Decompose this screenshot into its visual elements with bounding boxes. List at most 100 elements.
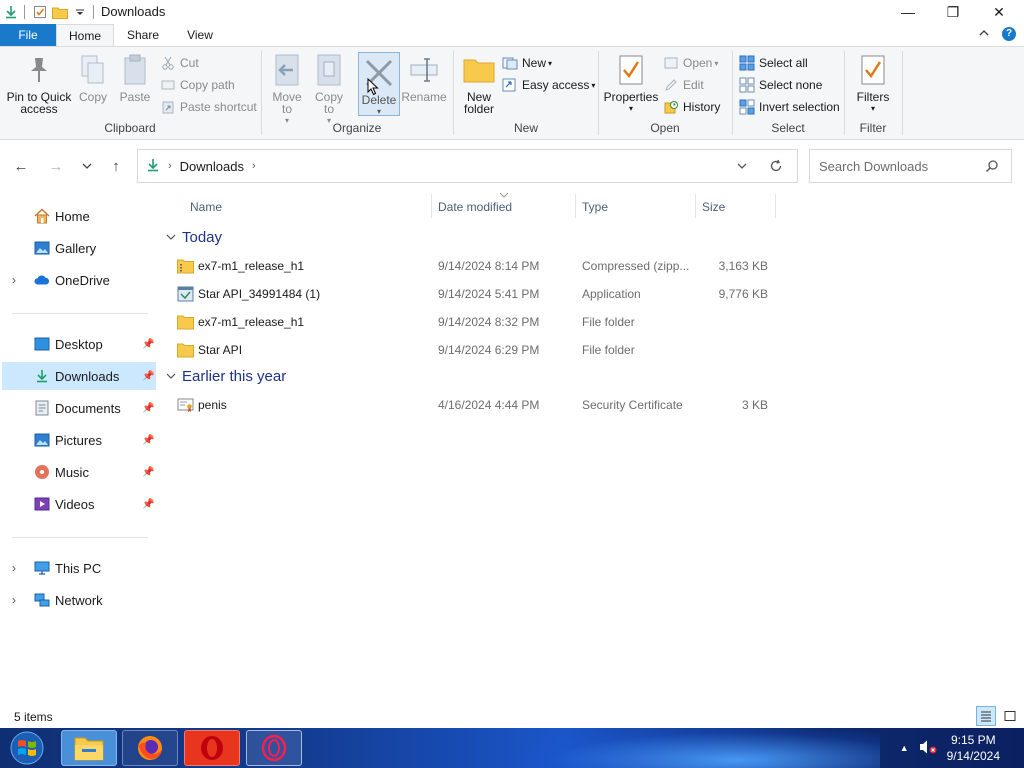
show-hidden-icons-chevron-icon[interactable]: ▲ (900, 743, 909, 753)
nav-item-documents[interactable]: Documents 📌 (2, 394, 156, 422)
column-header-size[interactable]: Size (702, 197, 725, 217)
expand-chevron-icon[interactable]: › (12, 593, 16, 607)
restore-button[interactable]: ❐ (930, 0, 976, 24)
pin-icon[interactable]: 📌 (142, 467, 154, 478)
breadcrumb-chevron-icon[interactable]: › (252, 160, 256, 172)
nav-item-onedrive[interactable]: › OneDrive (2, 266, 156, 294)
column-separator[interactable] (775, 194, 776, 218)
expand-chevron-icon[interactable]: › (12, 273, 16, 287)
mouse-cursor-icon (367, 77, 379, 99)
easy-access-icon (502, 77, 518, 93)
address-history-dropdown-icon[interactable] (737, 160, 747, 174)
select-none-button[interactable]: Select none (739, 75, 822, 95)
nav-item-videos[interactable]: Videos 📌 (2, 490, 156, 518)
taskbar-opera-gx[interactable] (246, 730, 302, 766)
column-separator[interactable] (695, 194, 696, 218)
nav-item-music[interactable]: Music 📌 (2, 458, 156, 486)
paste-button[interactable]: Paste (117, 51, 153, 103)
new-item-button[interactable]: New ▾ (502, 53, 552, 73)
pin-icon[interactable]: 📌 (142, 371, 154, 382)
start-button[interactable] (6, 730, 48, 766)
properties-check-icon[interactable] (31, 3, 49, 21)
search-icon[interactable] (985, 159, 999, 176)
tab-share[interactable]: Share (114, 24, 172, 46)
select-group-label: Select (771, 121, 805, 135)
address-bar[interactable]: › Downloads › (137, 149, 798, 183)
large-icons-view-icon[interactable] (1000, 706, 1020, 726)
file-row[interactable]: ex7-m1_release_h1 9/14/2024 8:14 PM Comp… (172, 253, 776, 279)
copy-to-button[interactable]: Copy to ▾ (310, 51, 348, 127)
download-icon[interactable] (2, 3, 20, 21)
new-folder-button[interactable]: New folder (458, 51, 500, 115)
recent-locations-chevron-icon[interactable] (75, 154, 99, 178)
nav-item-home[interactable]: Home (2, 202, 156, 230)
details-view-icon[interactable] (976, 706, 996, 726)
copy-path-button[interactable]: Copy path (160, 75, 235, 95)
minimize-button[interactable]: — (885, 0, 931, 24)
taskbar-firefox[interactable] (122, 730, 178, 766)
tab-view[interactable]: View (172, 24, 228, 46)
refresh-icon[interactable] (769, 159, 783, 176)
open-icon (663, 55, 679, 71)
open-button[interactable]: Open ▾ (663, 53, 718, 73)
breadcrumb-downloads[interactable]: Downloads (180, 159, 244, 174)
taskbar-opera[interactable] (184, 730, 240, 766)
rename-button[interactable]: Rename (401, 51, 447, 103)
cut-button[interactable]: Cut (160, 53, 199, 73)
pin-icon[interactable]: 📌 (142, 403, 154, 414)
column-header-date-modified[interactable]: Date modified (438, 197, 512, 217)
nav-item-network[interactable]: › Network (2, 586, 156, 614)
back-button[interactable]: ← (9, 154, 33, 178)
search-input[interactable]: Search Downloads (809, 149, 1012, 183)
pin-icon[interactable]: 📌 (142, 339, 154, 350)
history-button[interactable]: History (663, 97, 720, 117)
forward-button[interactable]: → (44, 154, 68, 178)
column-header-type[interactable]: Type (582, 197, 608, 217)
new-folder-icon[interactable] (51, 3, 69, 21)
nav-item-pictures[interactable]: Pictures 📌 (2, 426, 156, 454)
tab-home[interactable]: Home (56, 24, 114, 46)
pin-icon[interactable]: 📌 (142, 435, 154, 446)
volume-muted-icon[interactable] (919, 739, 937, 758)
easy-access-button[interactable]: Easy access ▾ (502, 75, 595, 95)
delete-button-hover[interactable]: Delete ▾ (360, 54, 398, 118)
file-name: Star API_34991484 (1) (198, 287, 321, 301)
opera-gx-icon (261, 734, 287, 762)
file-row[interactable]: Star API_34991484 (1) 9/14/2024 5:41 PM … (172, 281, 776, 307)
clock[interactable]: 9:15 PM 9/14/2024 (947, 732, 1000, 764)
pin-icon[interactable]: 📌 (142, 499, 154, 510)
collapse-group-chevron-icon[interactable] (166, 371, 176, 383)
nav-item-desktop[interactable]: Desktop 📌 (2, 330, 156, 358)
file-row[interactable]: penis 4/16/2024 4:44 PM Security Certifi… (172, 392, 776, 418)
filters-button[interactable]: Filters ▾ (853, 51, 893, 115)
paste-shortcut-button[interactable]: Paste shortcut (160, 97, 257, 117)
column-header-name[interactable]: Name (190, 197, 222, 217)
file-row[interactable]: ex7-m1_release_h1 9/14/2024 8:32 PM File… (172, 309, 776, 335)
pictures-icon (34, 432, 50, 448)
collapse-group-chevron-icon[interactable] (166, 232, 176, 244)
taskbar-file-explorer[interactable] (61, 730, 117, 766)
organize-group-label: Organize (332, 121, 382, 135)
nav-item-downloads[interactable]: Downloads 📌 (2, 362, 156, 390)
copy-button[interactable]: Copy (76, 51, 110, 103)
expand-chevron-icon[interactable]: › (12, 561, 16, 575)
nav-item-gallery[interactable]: Gallery (2, 234, 156, 262)
pin-to-quick-access-button[interactable]: Pin to Quick access (6, 51, 72, 115)
invert-selection-button[interactable]: Invert selection (739, 97, 840, 117)
customize-toolbar-chevron-icon[interactable] (71, 3, 89, 21)
close-button[interactable]: ✕ (976, 0, 1022, 24)
tab-file[interactable]: File (0, 24, 56, 46)
move-to-button[interactable]: Move to ▾ (268, 51, 306, 127)
up-button[interactable]: ↑ (104, 154, 128, 178)
column-separator[interactable] (575, 194, 576, 218)
properties-button[interactable]: Properties ▾ (603, 51, 659, 115)
collapse-ribbon-chevron-icon[interactable] (978, 27, 990, 42)
column-separator[interactable] (431, 194, 432, 218)
help-icon[interactable]: ? (1002, 27, 1016, 41)
group-header-earlier-this-year[interactable]: Earlier this year (166, 368, 286, 385)
edit-button[interactable]: Edit (663, 75, 704, 95)
file-row[interactable]: Star API 9/14/2024 6:29 PM File folder (172, 337, 776, 363)
select-all-button[interactable]: Select all (739, 53, 808, 73)
nav-item-this-pc[interactable]: › This PC (2, 554, 156, 582)
group-header-today[interactable]: Today (166, 229, 222, 246)
